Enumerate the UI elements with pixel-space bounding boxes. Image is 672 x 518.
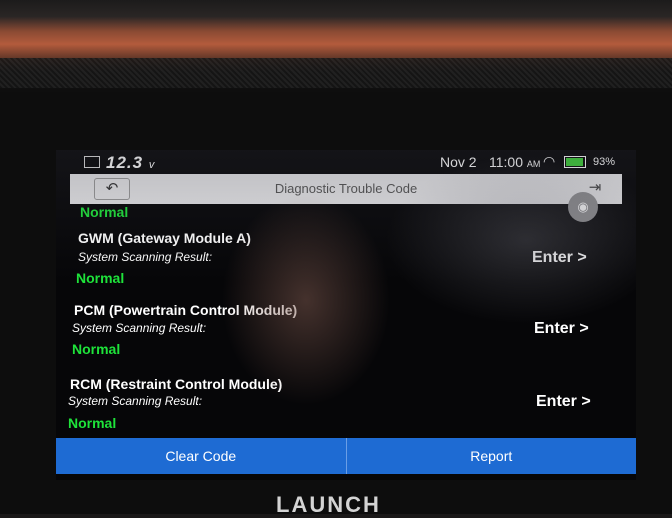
report-button[interactable]: Report <box>347 438 637 474</box>
scan-result-label: System Scanning Result: <box>68 394 203 408</box>
enter-button[interactable]: Enter > <box>534 320 589 338</box>
wifi-icon: ◠ <box>543 153 556 169</box>
scan-result-label: System Scanning Result: <box>72 321 207 335</box>
enter-button[interactable]: Enter > <box>532 249 587 267</box>
battery-percent: 93% <box>593 156 616 168</box>
status-badge: Normal <box>68 415 117 431</box>
camera-icon[interactable]: ◉ <box>568 192 598 222</box>
status-badge: Normal <box>76 270 125 286</box>
brand-logo: LAUNCH <box>276 492 381 517</box>
status-time: 11:00 AM <box>489 154 541 170</box>
status-badge: Normal <box>72 341 121 357</box>
status-bar: 12.3 v Nov 2 11:00 AM ◠ 93% <box>56 150 636 174</box>
module-name: RCM (Restraint Control Module) <box>70 376 283 392</box>
status-date: Nov 2 <box>440 154 477 170</box>
voltage-readout: 12.3 v <box>106 153 156 172</box>
device-top-casing <box>0 0 672 92</box>
battery-voltage-icon <box>84 156 100 168</box>
title-bar: ↶ Diagnostic Trouble Code ⇥ <box>70 174 622 204</box>
enter-button[interactable]: Enter > <box>536 393 591 411</box>
battery-icon <box>564 156 586 168</box>
module-name: PCM (Powertrain Control Module) <box>74 302 298 318</box>
page-title: Diagnostic Trouble Code <box>274 181 418 196</box>
scan-result-label: System Scanning Result: <box>78 250 213 264</box>
footer-button-bar: Clear Code Report <box>56 438 636 474</box>
partial-status-normal: Normal <box>80 204 129 220</box>
module-name: GWM (Gateway Module A) <box>78 230 251 246</box>
device-screen: 12.3 v Nov 2 11:00 AM ◠ 93% ↶ Diagnostic… <box>56 150 636 480</box>
clear-code-button[interactable]: Clear Code <box>56 438 347 474</box>
